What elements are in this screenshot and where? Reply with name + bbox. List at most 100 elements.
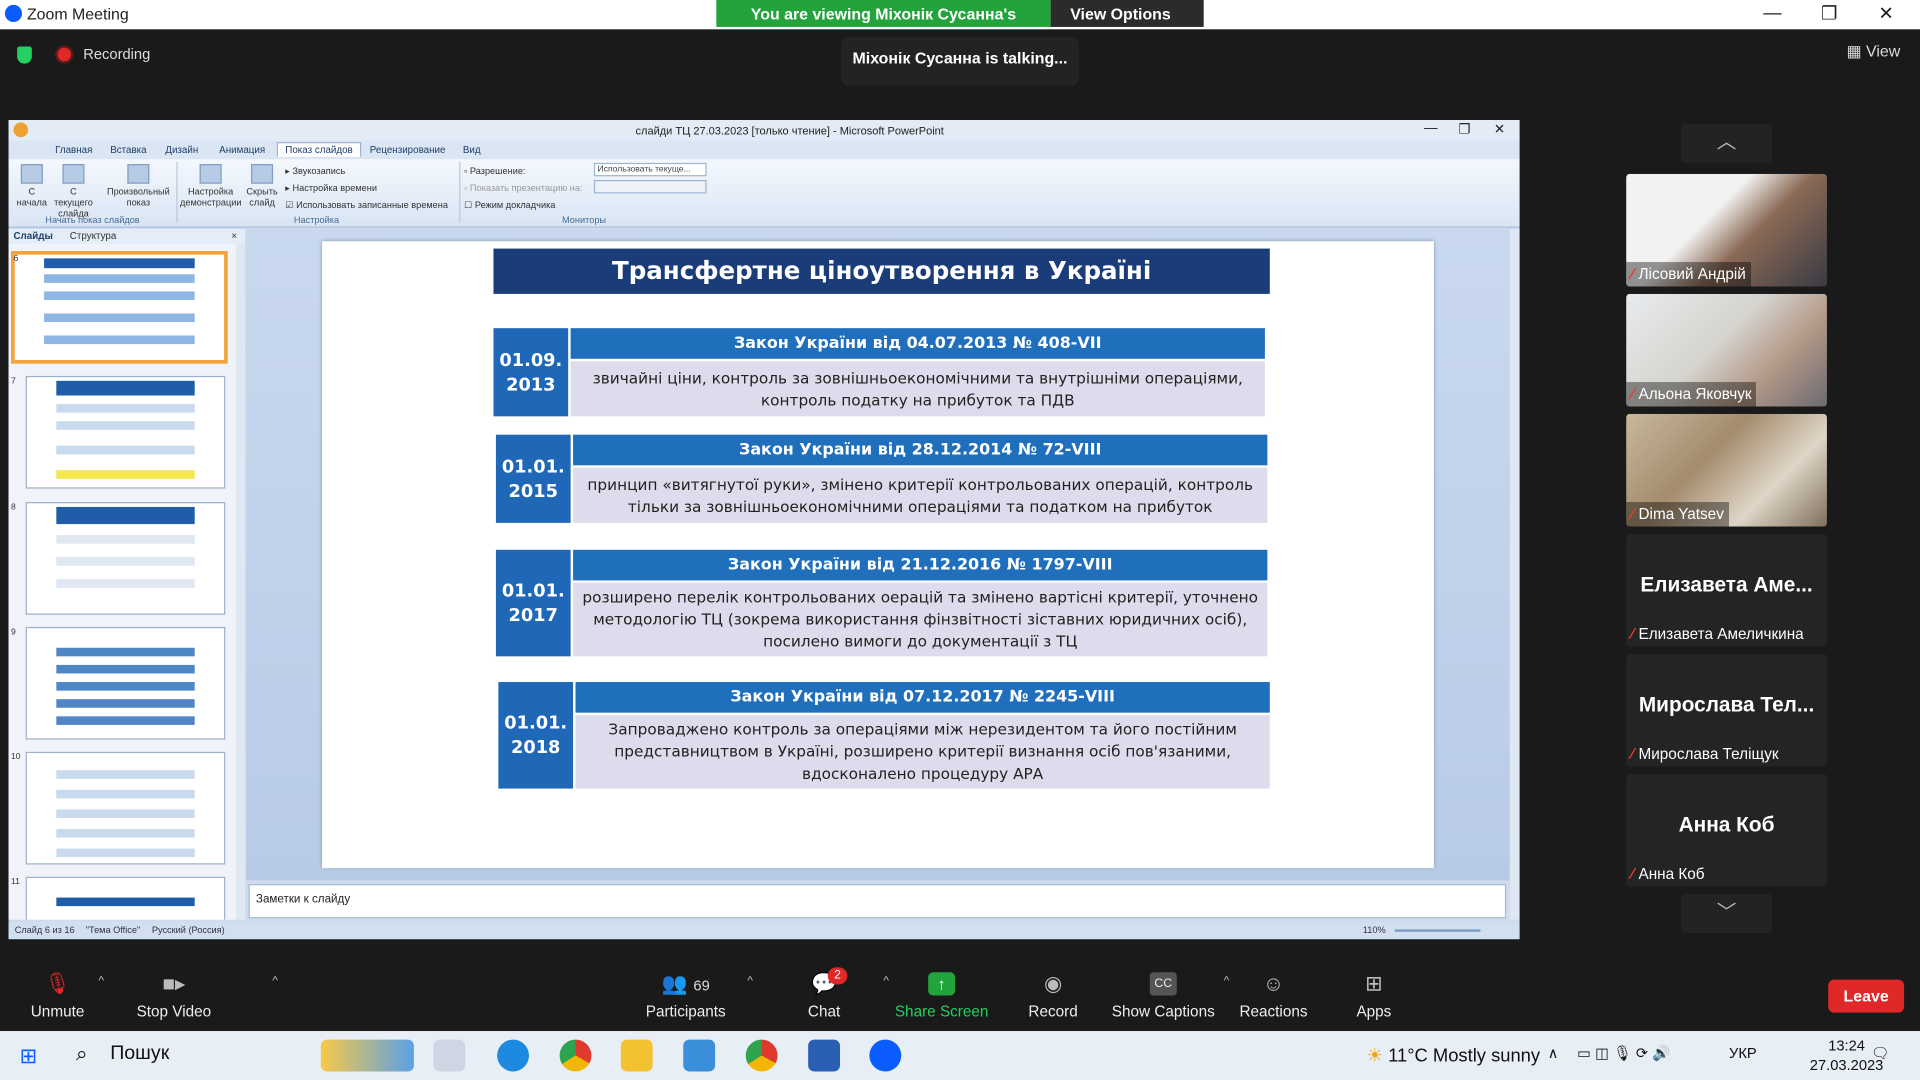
weather-widget[interactable]: ☀ 11°C Mostly sunny [1367, 1044, 1541, 1067]
tray-icons[interactable]: ▭ ◫ 🎙 ⟳ 🔊 [1577, 1044, 1670, 1061]
input-language[interactable]: УКР [1729, 1044, 1757, 1061]
security-shield-icon[interactable] [17, 46, 32, 64]
thumbnail-scrollbar[interactable] [236, 243, 245, 920]
calculator-icon[interactable] [683, 1039, 716, 1072]
slide-editing-pane: Трансфертне ціноутворення в Україні 01.0… [246, 228, 1510, 881]
participant-tile[interactable]: ⁄ Dima Yatsev [1626, 413, 1827, 527]
show-on-select[interactable] [593, 180, 707, 194]
participant-tile[interactable]: ⁄ Альона Яковчук [1626, 293, 1827, 407]
chrome-profile-icon[interactable] [745, 1039, 778, 1072]
search-highlight-image[interactable] [320, 1039, 414, 1072]
captions-button[interactable]: CC Show Captions ^ [1102, 972, 1229, 1020]
hide-slide-button[interactable]: Скрыть слайд [244, 164, 281, 208]
tab-outline[interactable]: Структура [70, 230, 116, 241]
task-view-icon[interactable] [433, 1039, 466, 1072]
law-date: 01.01. 2018 [498, 682, 574, 789]
participant-tile[interactable]: Елизавета Аме... ⁄ Елизавета Амеличкина [1626, 533, 1827, 647]
language-status[interactable]: Русский (Россия) [152, 924, 225, 935]
ppt-close-icon[interactable]: ✕ [1494, 121, 1505, 137]
zoom-level[interactable]: 110% [1363, 924, 1386, 935]
slide-thumbnail[interactable]: 10 [11, 751, 226, 865]
participant-tile[interactable]: Мирослава Тел... ⁄ Мирослава Теліщук [1626, 653, 1827, 767]
law-heading: Закон України від 21.12.2016 № 1797-VIII [573, 549, 1268, 581]
word-icon[interactable] [808, 1039, 841, 1072]
slide-scrollbar[interactable] [1509, 228, 1520, 920]
rehearse-timings-button[interactable]: ▸ Настройка времени [285, 182, 377, 193]
ppt-minimize-icon[interactable]: — [1424, 121, 1437, 136]
view-button[interactable]: ▦ View [1847, 42, 1901, 62]
theme-name: "Тема Office" [85, 924, 141, 936]
stop-video-button[interactable]: ■▸ Stop Video ^ [113, 972, 278, 1020]
tab-animation[interactable]: Анимация [219, 144, 265, 155]
slide-thumbnail[interactable]: 9 [11, 626, 226, 740]
custom-show-button[interactable]: Произвольный показ [104, 164, 173, 208]
apps-button[interactable]: ⊞ Apps [1313, 972, 1435, 1020]
tab-review[interactable]: Рецензирование [370, 144, 446, 155]
custom-show-icon [127, 164, 150, 184]
from-current-button[interactable]: С текущего слайда [50, 164, 97, 219]
participants-icon: 👥 69 [661, 972, 710, 996]
chevron-up-icon[interactable]: ^ [98, 975, 104, 988]
tab-view[interactable]: Вид [463, 144, 481, 155]
zoom-slider[interactable] [1394, 929, 1481, 932]
shared-powerpoint-window[interactable]: слайди ТЦ 27.03.2023 [только чтение] - M… [8, 120, 1520, 940]
notifications-icon[interactable]: 🗨 [1871, 1044, 1890, 1061]
notes-field[interactable]: Заметки к слайду [248, 884, 1507, 919]
zoom-app-icon[interactable] [869, 1039, 902, 1072]
view-options-button[interactable]: View Options ⌄ [1050, 0, 1204, 42]
chevron-up-icon[interactable]: ^ [272, 975, 278, 988]
ppt-window-title: слайди ТЦ 27.03.2023 [только чтение] - M… [635, 124, 944, 138]
close-pane-icon[interactable]: × [231, 230, 237, 241]
chrome-icon[interactable] [559, 1039, 592, 1072]
slide-thumbnail[interactable]: 11 [11, 876, 226, 920]
slide-thumbnail[interactable]: 7 [11, 375, 226, 489]
participant-name: ⁄ Альона Яковчук [1626, 382, 1757, 407]
participant-tile[interactable]: Анна Коб ⁄ Анна Коб [1626, 773, 1827, 887]
chat-button[interactable]: 💬 Chat ^ [763, 972, 889, 1020]
record-narration-button[interactable]: ▸ Звукозапись [285, 165, 345, 176]
muted-mic-icon: ⁄ [1631, 625, 1634, 643]
use-timings-checkbox[interactable]: ☑ Использовать записанные времена [285, 200, 448, 211]
participants-up-button[interactable]: ︿ [1681, 123, 1772, 163]
tab-home[interactable]: Главная [55, 144, 92, 155]
thumb-graphic [56, 699, 195, 708]
taskbar-search[interactable]: ⌕ Пошук [64, 1036, 316, 1075]
setup-show-button[interactable]: Настройка демонстрации [180, 164, 241, 208]
slide-thumbnail[interactable]: 8 [11, 502, 226, 615]
chevron-up-icon[interactable]: ^ [747, 975, 753, 988]
participants-button[interactable]: 👥 69 Participants ^ [624, 972, 753, 1020]
close-icon[interactable]: ✕ [1878, 2, 1893, 25]
office-button-icon[interactable] [13, 122, 29, 138]
thumb-graphic [56, 828, 195, 838]
meeting-toolbar: 🎙 Unmute ^ ■▸ Stop Video ^ 👥 69 Participants ^… [0, 960, 1920, 1032]
presenter-view-checkbox[interactable]: ☐ Режим докладчика [464, 200, 555, 211]
unmute-button[interactable]: 🎙 Unmute ^ [0, 972, 119, 1020]
record-button[interactable]: ◉ Record [992, 972, 1114, 1020]
participant-tile[interactable]: ⁄ Лісовий Андрій [1626, 173, 1827, 287]
windows-start-icon[interactable]: ⊞ [20, 1044, 37, 1068]
participant-name: ⁄ Анна Коб [1626, 862, 1709, 886]
tab-insert[interactable]: Вставка [110, 144, 146, 155]
thumb-graphic [56, 809, 195, 818]
ppt-restore-icon[interactable]: ❐ [1458, 121, 1470, 137]
participant-name-text: Мирослава Теліщук [1638, 745, 1779, 763]
tray-chevron-up-icon[interactable]: ∧ [1548, 1044, 1559, 1061]
resolution-select[interactable]: Использовать текуще... [593, 162, 707, 177]
minimize-icon[interactable]: — [1763, 2, 1781, 23]
share-screen-button[interactable]: ↑ Share Screen [880, 972, 1002, 1020]
tab-slideshow[interactable]: Показ слайдов [276, 142, 362, 157]
file-explorer-icon[interactable] [620, 1039, 653, 1072]
participant-name-text: Альона Яковчук [1638, 385, 1752, 403]
current-slide[interactable]: Трансфертне ціноутворення в Україні 01.0… [322, 241, 1434, 869]
restore-icon[interactable]: ❐ [1821, 2, 1837, 25]
edge-icon[interactable] [497, 1039, 529, 1072]
view-options-label: View Options [1070, 4, 1171, 24]
slide-thumbnail[interactable]: 6 [11, 251, 228, 364]
participants-down-button[interactable]: ﹀ [1681, 893, 1772, 934]
leave-button[interactable]: Leave [1828, 979, 1905, 1013]
thumb-number: 10 [11, 753, 21, 762]
tab-slides[interactable]: Слайды [13, 230, 52, 241]
from-start-button[interactable]: С начала [13, 164, 50, 208]
tab-design[interactable]: Дизайн [165, 144, 198, 155]
muted-mic-icon: ⁄ [1631, 745, 1634, 763]
